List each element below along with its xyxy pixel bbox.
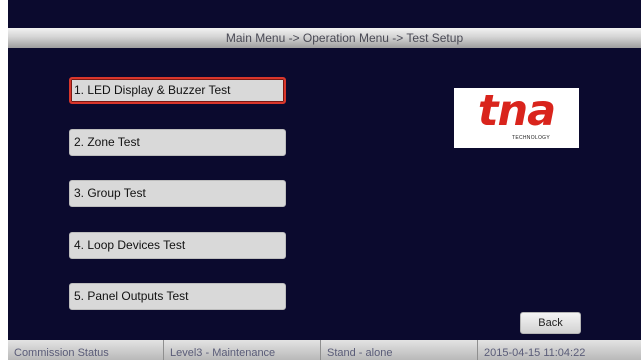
logo-wordmark: tna [477,86,556,136]
zone-test-button[interactable]: 2. Zone Test [69,129,286,156]
network-mode-status: Stand - alone [321,340,478,360]
panel-outputs-test-button[interactable]: 5. Panel Outputs Test [69,283,286,310]
loop-devices-test-button[interactable]: 4. Loop Devices Test [69,232,286,259]
commission-status: Commission Status [8,340,164,360]
led-display-buzzer-test-button[interactable]: 1. LED Display & Buzzer Test [69,77,286,104]
breadcrumb: Main Menu -> Operation Menu -> Test Setu… [8,28,641,48]
datetime-status: 2015-04-15 11:04:22 [484,347,586,359]
logo-subtext: TECHNOLOGY [512,135,551,141]
access-level-status: Level3 - Maintenance [164,340,321,360]
status-bar: Commission Status Level3 - Maintenance S… [8,340,641,360]
back-button[interactable]: Back [520,312,581,334]
tna-logo: tna TECHNOLOGY [454,88,579,148]
panel-screen: Main Menu -> Operation Menu -> Test Setu… [8,0,641,360]
group-test-button[interactable]: 3. Group Test [69,180,286,207]
